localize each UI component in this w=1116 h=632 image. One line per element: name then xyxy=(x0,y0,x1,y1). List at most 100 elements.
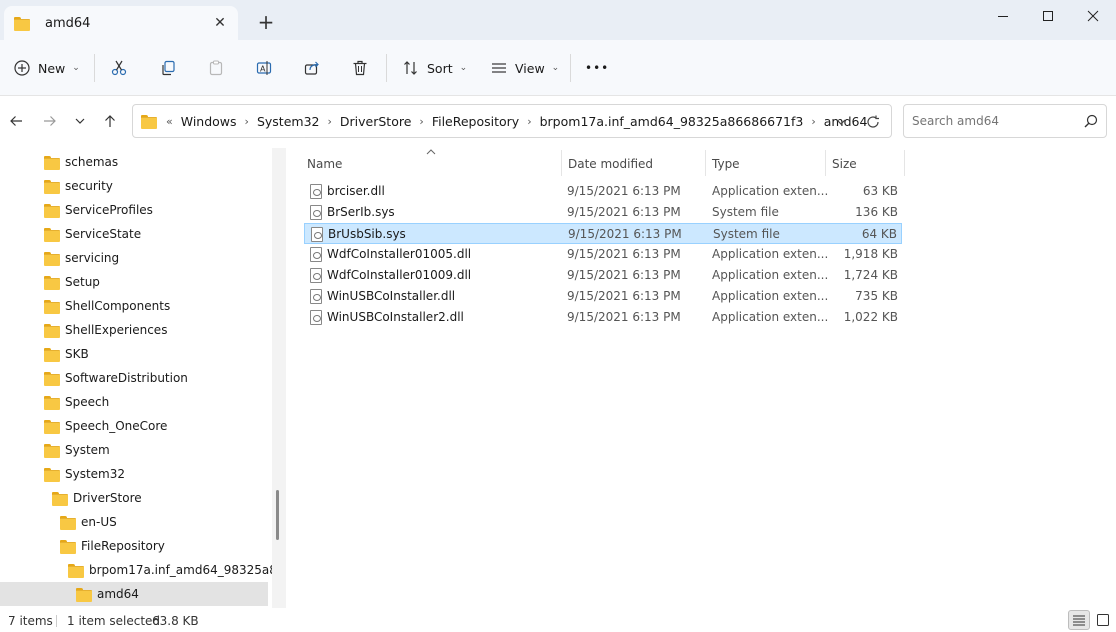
folder-icon xyxy=(60,539,76,554)
breadcrumb-brpom17a[interactable]: brpom17a.inf_amd64_98325a86686671f3 xyxy=(540,114,804,129)
copy-icon xyxy=(162,60,175,76)
back-button[interactable] xyxy=(4,109,28,133)
nav-item-driverstore[interactable]: DriverStore xyxy=(52,486,142,510)
file-row[interactable]: WdfCoInstaller01005.dll 9/15/2021 6:13 P… xyxy=(304,244,902,265)
up-button[interactable] xyxy=(98,109,122,133)
refresh-icon xyxy=(867,115,879,128)
file-icon xyxy=(311,227,323,242)
close-window-button[interactable] xyxy=(1070,0,1116,32)
file-type: Application exten... xyxy=(712,268,829,282)
delete-button[interactable] xyxy=(352,54,368,82)
search-icon[interactable] xyxy=(1084,114,1098,128)
file-date: 9/15/2021 6:13 PM xyxy=(567,184,681,198)
column-divider[interactable] xyxy=(904,150,905,176)
recent-locations-button[interactable] xyxy=(68,109,92,133)
breadcrumb-windows[interactable]: Windows xyxy=(181,114,237,129)
address-bar[interactable]: « Windows › System32 › DriverStore › Fil… xyxy=(132,104,892,138)
copy-button[interactable] xyxy=(160,54,176,82)
forward-button[interactable] xyxy=(38,109,62,133)
chevron-right-icon[interactable]: › xyxy=(245,115,249,128)
file-row-selected[interactable]: BrUsbSib.sys 9/15/2021 6:13 PM System fi… xyxy=(304,223,902,244)
search-box[interactable] xyxy=(903,104,1107,138)
file-type: Application exten... xyxy=(712,289,829,303)
new-tab-button[interactable]: + xyxy=(256,12,276,33)
nav-item-servicestate[interactable]: ServiceState xyxy=(44,222,141,246)
nav-item-servicing[interactable]: servicing xyxy=(44,246,119,270)
file-row[interactable]: WinUSBCoInstaller2.dll 9/15/2021 6:13 PM… xyxy=(304,307,902,328)
nav-scrollbar[interactable] xyxy=(272,148,286,608)
file-icon xyxy=(310,205,322,220)
nav-item-speech-onecore[interactable]: Speech_OneCore xyxy=(44,414,167,438)
column-header-name[interactable]: Name xyxy=(307,152,342,176)
nav-item-en-us[interactable]: en-US xyxy=(60,510,117,534)
more-options-button[interactable]: ••• xyxy=(585,54,609,82)
maximize-button[interactable] xyxy=(1025,0,1071,32)
share-button[interactable] xyxy=(304,54,320,82)
search-input[interactable] xyxy=(912,114,1072,128)
rename-button[interactable]: A xyxy=(256,54,272,82)
file-date: 9/15/2021 6:13 PM xyxy=(568,227,682,241)
chevron-right-icon[interactable]: › xyxy=(419,115,423,128)
chevron-down-icon xyxy=(836,119,846,125)
tab-amd64[interactable]: amd64 ✕ xyxy=(4,6,238,40)
column-divider[interactable] xyxy=(825,150,826,176)
chevron-right-icon[interactable]: › xyxy=(527,115,531,128)
new-button[interactable]: New ⌄ xyxy=(14,54,80,82)
breadcrumb-driverstore[interactable]: DriverStore xyxy=(340,114,412,129)
nav-item-system[interactable]: System xyxy=(44,438,110,462)
column-divider[interactable] xyxy=(561,150,562,176)
file-type: Application exten... xyxy=(712,247,829,261)
nav-item-shellcomponents[interactable]: ShellComponents xyxy=(44,294,170,318)
nav-item-amd64[interactable]: amd64 xyxy=(0,582,268,606)
column-header-type[interactable]: Type xyxy=(712,152,740,176)
paste-button[interactable] xyxy=(208,54,224,82)
nav-item-security[interactable]: security xyxy=(44,174,113,198)
breadcrumb-system32[interactable]: System32 xyxy=(257,114,320,129)
file-row[interactable]: WinUSBCoInstaller.dll 9/15/2021 6:13 PM … xyxy=(304,286,902,307)
close-tab-icon[interactable]: ✕ xyxy=(212,15,228,31)
file-size: 1,022 KB xyxy=(843,310,898,324)
file-row[interactable]: WdfCoInstaller01009.dll 9/15/2021 6:13 P… xyxy=(304,265,902,286)
folder-icon xyxy=(60,515,76,530)
file-type: System file xyxy=(713,227,780,241)
nav-item-softwaredistribution[interactable]: SoftwareDistribution xyxy=(44,366,188,390)
item-count: 7 items xyxy=(8,614,53,628)
nav-item-shellexperiences[interactable]: ShellExperiences xyxy=(44,318,167,342)
column-divider[interactable] xyxy=(705,150,706,176)
chevron-down-icon: ⌄ xyxy=(72,63,80,73)
cut-button[interactable] xyxy=(111,54,127,82)
nav-item-system32[interactable]: System32 xyxy=(44,462,125,486)
folder-icon xyxy=(44,443,60,458)
nav-item-skb[interactable]: SKB xyxy=(44,342,89,366)
column-header-size[interactable]: Size xyxy=(832,152,857,176)
sort-button[interactable]: Sort ⌄ xyxy=(403,54,467,82)
nav-item-serviceprofiles[interactable]: ServiceProfiles xyxy=(44,198,153,222)
folder-icon xyxy=(44,371,60,386)
chevron-right-icon[interactable]: › xyxy=(327,115,331,128)
breadcrumb-filerepository[interactable]: FileRepository xyxy=(432,114,519,129)
nav-scrollbar-thumb[interactable] xyxy=(276,490,279,540)
column-header-date[interactable]: Date modified xyxy=(568,152,653,176)
file-row[interactable]: brciser.dll 9/15/2021 6:13 PM Applicatio… xyxy=(304,181,902,202)
file-list: Name Date modified Type Size brciser.dll… xyxy=(290,148,1116,608)
nav-item-label: Speech xyxy=(65,395,110,409)
folder-icon xyxy=(44,467,60,482)
refresh-button[interactable] xyxy=(865,114,881,130)
minimize-button[interactable] xyxy=(980,0,1026,32)
address-row: « Windows › System32 › DriverStore › Fil… xyxy=(0,97,1116,147)
overflow-crumbs[interactable]: « xyxy=(166,115,173,128)
tiles-view-button[interactable] xyxy=(1092,610,1114,630)
address-dropdown-button[interactable] xyxy=(833,114,849,130)
nav-item-schemas[interactable]: schemas xyxy=(44,150,118,174)
file-row[interactable]: BrSerIb.sys 9/15/2021 6:13 PM System fil… xyxy=(304,202,902,223)
nav-item-setup[interactable]: Setup xyxy=(44,270,100,294)
divider xyxy=(94,54,95,82)
nav-item-filerepository[interactable]: FileRepository xyxy=(60,534,165,558)
nav-item-brpom17a[interactable]: brpom17a.inf_amd64_98325a86686 xyxy=(68,558,272,582)
nav-item-speech[interactable]: Speech xyxy=(44,390,109,414)
chevron-right-icon[interactable]: › xyxy=(811,115,815,128)
file-date: 9/15/2021 6:13 PM xyxy=(567,289,681,303)
details-view-button[interactable] xyxy=(1068,610,1090,630)
nav-item-label: ServiceState xyxy=(65,227,142,241)
view-button[interactable]: View ⌄ xyxy=(491,54,559,82)
